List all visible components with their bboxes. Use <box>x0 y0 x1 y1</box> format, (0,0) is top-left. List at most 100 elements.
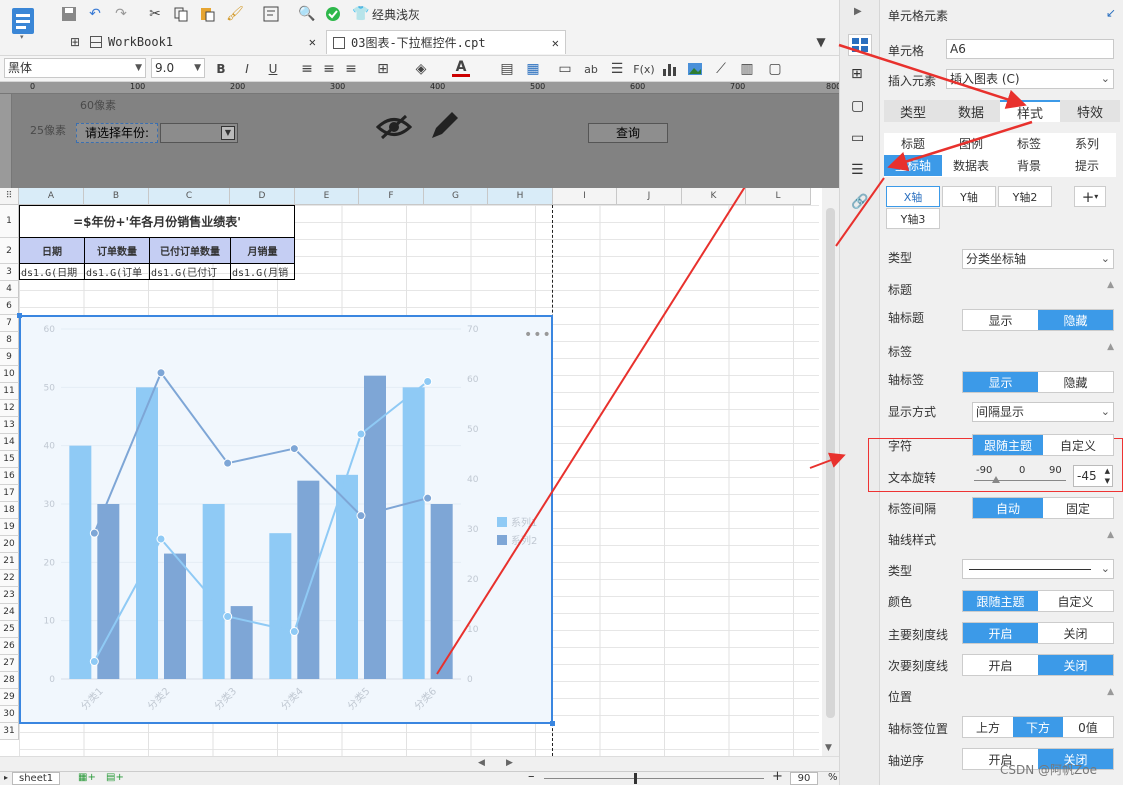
stepper-icon[interactable]: ▲ ▼ <box>1105 466 1110 486</box>
scroll-right-icon[interactable]: ▶ <box>506 758 513 768</box>
hide-option[interactable]: 隐藏 <box>1038 372 1113 392</box>
rotate-slider[interactable] <box>974 476 1066 483</box>
zoom-in-icon[interactable]: + <box>772 769 783 784</box>
preview-search-icon[interactable]: 🔍 <box>298 5 316 23</box>
condition-icon[interactable]: ☰ <box>851 162 864 178</box>
show-option[interactable]: 显示 <box>963 310 1038 330</box>
row-header[interactable]: 27 <box>0 655 19 672</box>
axis-tab-y2[interactable]: Y轴2 <box>998 186 1052 207</box>
h-scroll-bar[interactable]: ◀ ▶ ▼ <box>0 743 839 771</box>
row-header[interactable]: 29 <box>0 689 19 706</box>
hide-option[interactable]: 隐藏 <box>1038 310 1113 330</box>
custom-option[interactable]: 自定义 <box>1038 591 1113 611</box>
scroll-down-icon[interactable]: ▼ <box>825 743 832 753</box>
col-header[interactable]: G <box>424 188 488 205</box>
row-header[interactable]: 30 <box>0 706 19 723</box>
tab-type[interactable]: 类型 <box>884 100 942 122</box>
subtab-tooltip[interactable]: 提示 <box>1058 155 1116 176</box>
auto-option[interactable]: 自动 <box>973 498 1043 518</box>
font-color-icon[interactable]: A <box>452 59 470 77</box>
display-mode-select[interactable]: 间隔显示 ⌄ <box>972 402 1114 422</box>
section-label[interactable]: 标签 ▲ <box>888 342 1116 360</box>
subtab-background[interactable]: 背景 <box>1000 155 1058 176</box>
pos-top-option[interactable]: 上方 <box>963 717 1013 737</box>
underline-button[interactable]: U <box>264 60 282 78</box>
col-header[interactable]: K <box>682 188 746 205</box>
subtab-datatable[interactable]: 数据表 <box>942 155 1000 176</box>
report-title-cell[interactable]: =$年份+'年各月份销售业绩表' <box>19 205 295 238</box>
zoom-slider[interactable] <box>544 773 764 784</box>
paragraph-icon[interactable]: ☰ <box>608 60 626 78</box>
pos-bottom-option[interactable]: 下方 <box>1013 717 1063 737</box>
axis-tab-x[interactable]: X轴 <box>886 186 940 207</box>
rotate-input[interactable]: -45 ▲ ▼ <box>1073 465 1113 487</box>
col-header[interactable]: F <box>359 188 424 205</box>
axis-title-toggle[interactable]: 显示 隐藏 <box>962 309 1114 331</box>
sheet-nav-icon[interactable]: ▸ <box>4 773 8 782</box>
row-header[interactable]: 2 <box>0 238 19 264</box>
label-pos-toggle[interactable]: 上方 下方 0值 <box>962 716 1114 738</box>
row-header[interactable]: 19 <box>0 519 19 536</box>
save-icon[interactable] <box>60 5 78 23</box>
row-header[interactable]: 8 <box>0 332 19 349</box>
resize-handle-br[interactable] <box>550 721 555 726</box>
follow-theme-option[interactable]: 跟随主题 <box>973 435 1043 455</box>
rotate-slider-thumb[interactable] <box>992 476 1000 483</box>
fill-color-icon[interactable]: ◈ <box>412 60 430 78</box>
year-combo[interactable]: ▼ <box>160 123 238 143</box>
tab-effects[interactable]: 特效 <box>1060 100 1120 122</box>
section-axis-style[interactable]: 轴线样式 ▲ <box>888 530 1116 548</box>
custom-option[interactable]: 自定义 <box>1043 435 1113 455</box>
row-header[interactable]: 12 <box>0 400 19 417</box>
sheet-tab[interactable]: sheet1 <box>12 772 61 785</box>
tab-data[interactable]: 数据 <box>942 100 1000 122</box>
char-toggle[interactable]: 跟随主题 自定义 <box>972 434 1114 456</box>
year-label[interactable]: 请选择年份: <box>76 123 158 143</box>
row-header[interactable]: 22 <box>0 570 19 587</box>
major-tick-toggle[interactable]: 开启 关闭 <box>962 622 1114 644</box>
undo-icon[interactable]: ↶ <box>86 5 104 23</box>
header-cell-orders[interactable]: 订单数量 <box>84 237 150 264</box>
subtab-axis[interactable]: 坐标轴 <box>884 155 942 176</box>
formula-cell[interactable]: ds1.G(订单 <box>84 263 150 280</box>
chevron-down-icon[interactable]: ▼ <box>221 126 235 140</box>
subtab-title[interactable]: 标题 <box>884 133 942 154</box>
slash-icon[interactable]: ⟋ <box>712 60 730 78</box>
cell-attr-icon[interactable]: ⊞ <box>851 66 863 82</box>
row-header[interactable]: 14 <box>0 434 19 451</box>
subtab-label[interactable]: 标签 <box>1000 133 1058 154</box>
header-cell-date[interactable]: 日期 <box>19 237 85 264</box>
show-option[interactable]: 显示 <box>963 372 1038 392</box>
zoom-out-icon[interactable]: – <box>528 769 535 784</box>
add-axis-button[interactable]: + ▾ <box>1074 186 1106 207</box>
theme-shirt-icon[interactable]: 👕 <box>352 5 370 23</box>
add-sheet-icon[interactable]: ▦+ <box>78 772 96 783</box>
fixed-option[interactable]: 固定 <box>1043 498 1113 518</box>
row-header[interactable]: 17 <box>0 485 19 502</box>
italic-button[interactable]: I <box>238 60 256 78</box>
header-cell-monthly-sales[interactable]: 月销量 <box>230 237 295 264</box>
axis-label-toggle[interactable]: 显示 隐藏 <box>962 371 1114 393</box>
cell-element-icon[interactable] <box>848 34 872 56</box>
row-header[interactable]: 4 <box>0 281 19 298</box>
combo-chart[interactable]: 0 10 20 30 40 50 60 0 10 20 30 40 50 60 70 分类1 分类2 分类3 分类4… <box>21 317 551 722</box>
axis-tab-y3[interactable]: Y轴3 <box>886 208 940 229</box>
section-position[interactable]: 位置 ▲ <box>888 687 1116 705</box>
subtab-legend[interactable]: 图例 <box>942 133 1000 154</box>
row-header[interactable]: 9 <box>0 349 19 366</box>
more-dots-icon[interactable]: ••• <box>524 327 552 343</box>
row-header[interactable]: 21 <box>0 553 19 570</box>
col-header[interactable]: J <box>617 188 682 205</box>
minor-tick-toggle[interactable]: 开启 关闭 <box>962 654 1114 676</box>
follow-theme-option[interactable]: 跟随主题 <box>963 591 1038 611</box>
vertical-scrollbar[interactable] <box>822 188 839 756</box>
row-header[interactable]: 24 <box>0 604 19 621</box>
font-size-select[interactable]: 9.0 ▼ <box>151 58 205 78</box>
align-left-icon[interactable]: ≡ <box>298 60 316 78</box>
off-option[interactable]: 关闭 <box>1038 655 1113 675</box>
axis-tab-y[interactable]: Y轴 <box>942 186 996 207</box>
scroll-left-icon[interactable]: ◀ <box>478 758 485 768</box>
axis-type-select[interactable]: 分类坐标轴 ⌄ <box>962 249 1114 269</box>
border-icon[interactable]: ⊞ <box>374 60 392 78</box>
close-icon[interactable]: ✕ <box>552 36 559 50</box>
